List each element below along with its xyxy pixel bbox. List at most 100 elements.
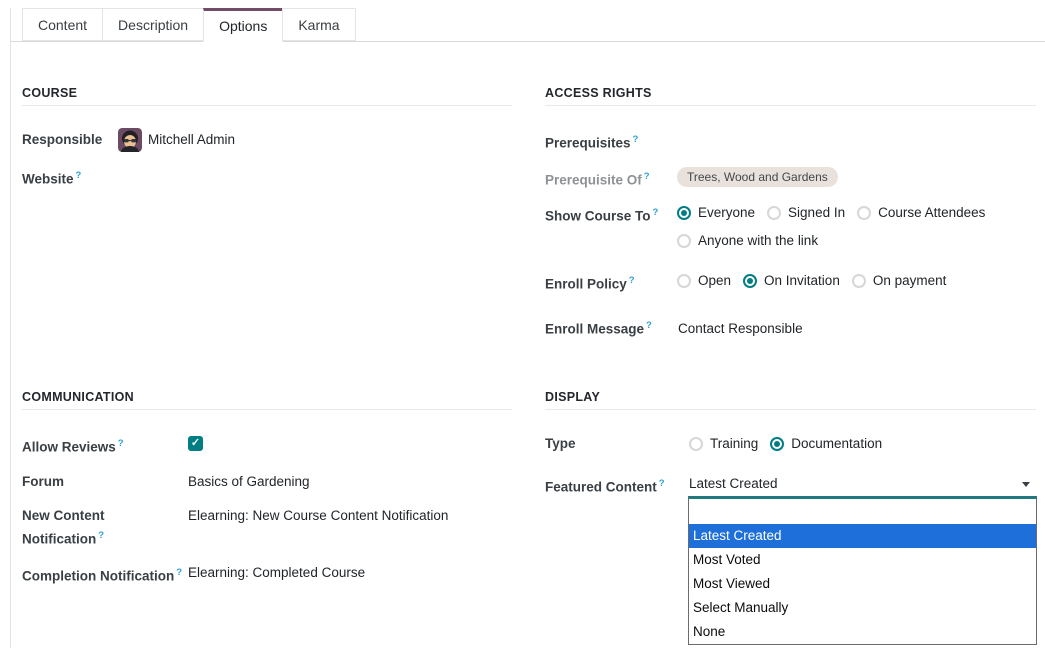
type-options: Training Documentation (677, 434, 882, 454)
radio-documentation-label: Documentation (791, 434, 882, 454)
radio-on-payment-label: On payment (873, 271, 947, 291)
radio-course-attendees[interactable]: Course Attendees (857, 203, 985, 223)
field-row-type: Type Training Documentation (545, 434, 1036, 454)
radio-anyone-with-link-label: Anyone with the link (698, 231, 818, 251)
radio-on-payment-circle[interactable] (852, 274, 866, 288)
responsible-value[interactable]: Mitchell Admin (118, 128, 235, 152)
new-content-notification-help-icon[interactable]: ? (98, 530, 104, 541)
field-row-forum: Forum Basics of Gardening (22, 472, 512, 492)
radio-open[interactable]: Open (677, 271, 731, 291)
radio-everyone-label: Everyone (698, 203, 755, 223)
section-communication: COMMUNICATION Allow Reviews? Forum Basic… (22, 390, 512, 601)
radio-training-label: Training (710, 434, 758, 454)
completion-notification-help-icon[interactable]: ? (176, 567, 182, 578)
section-communication-title: COMMUNICATION (22, 390, 512, 410)
dropdown-blank-row (689, 499, 1036, 524)
radio-on-invitation-label: On Invitation (764, 271, 840, 291)
tab-karma[interactable]: Karma (282, 8, 355, 41)
website-label: Website? (22, 166, 118, 190)
dropdown-option-most-viewed[interactable]: Most Viewed (689, 572, 1036, 596)
field-row-featured-content: Featured Content? Latest Created (545, 474, 1036, 498)
radio-anyone-with-link[interactable]: Anyone with the link (677, 231, 818, 251)
prerequisite-of-tag[interactable]: Trees, Wood and Gardens (677, 167, 838, 187)
tab-description-label: Description (118, 17, 188, 33)
allow-reviews-help-icon[interactable]: ? (118, 438, 124, 449)
enroll-message-value[interactable]: Contact Responsible (677, 316, 803, 339)
prerequisites-label: Prerequisites? (545, 130, 677, 154)
field-row-enroll-policy: Enroll Policy? Open On Invitation On pay… (545, 271, 1036, 295)
section-access-rights: ACCESS RIGHTS Prerequisites? Prerequisit… (545, 86, 1036, 390)
featured-content-selected-value: Latest Created (689, 474, 778, 494)
type-label: Type (545, 434, 677, 454)
responsible-label: Responsible (22, 130, 118, 150)
enroll-message-help-icon[interactable]: ? (646, 320, 652, 331)
notebook-tabs: Content Description Options Karma (10, 8, 1045, 42)
new-content-notification-label: New Content Notification? (22, 506, 188, 550)
radio-documentation[interactable]: Documentation (770, 434, 882, 454)
completion-notification-label: Completion Notification? (22, 563, 188, 587)
completion-notification-value[interactable]: Elearning: Completed Course (188, 563, 365, 583)
tab-options[interactable]: Options (203, 8, 283, 42)
tab-karma-label: Karma (298, 17, 339, 33)
enroll-policy-options: Open On Invitation On payment (677, 271, 946, 291)
tab-description[interactable]: Description (102, 8, 204, 41)
field-row-allow-reviews: Allow Reviews? (22, 434, 512, 458)
radio-on-payment[interactable]: On payment (852, 271, 947, 291)
featured-content-select[interactable]: Latest Created (677, 474, 1036, 494)
radio-signed-in[interactable]: Signed In (767, 203, 845, 223)
radio-on-invitation-circle[interactable] (743, 274, 757, 288)
radio-signed-in-circle[interactable] (767, 206, 781, 220)
enroll-message-label: Enroll Message? (545, 316, 677, 340)
radio-course-attendees-circle[interactable] (857, 206, 871, 220)
prerequisite-of-help-icon[interactable]: ? (644, 171, 650, 182)
forum-value[interactable]: Basics of Gardening (188, 472, 310, 492)
field-row-show-course-to: Show Course To? Everyone Signed In Cours… (545, 203, 1036, 251)
radio-open-circle[interactable] (677, 274, 691, 288)
allow-reviews-label: Allow Reviews? (22, 434, 188, 458)
dropdown-option-select-manually[interactable]: Select Manually (689, 596, 1036, 620)
new-content-notification-value[interactable]: Elearning: New Course Content Notificati… (188, 506, 448, 526)
radio-signed-in-label: Signed In (788, 203, 845, 223)
forum-label: Forum (22, 472, 188, 492)
enroll-policy-label: Enroll Policy? (545, 271, 677, 295)
radio-anyone-with-link-circle[interactable] (677, 234, 691, 248)
show-course-to-help-icon[interactable]: ? (653, 207, 659, 218)
featured-content-label: Featured Content? (545, 474, 677, 498)
tab-options-label: Options (219, 18, 267, 34)
field-row-prerequisite-of: Prerequisite Of? Trees, Wood and Gardens (545, 167, 1036, 191)
section-course: COURSE Responsible Mitchell Admin (22, 86, 512, 390)
tab-content-label: Content (38, 17, 87, 33)
radio-training[interactable]: Training (689, 434, 758, 454)
prerequisite-of-label: Prerequisite Of? (545, 167, 677, 191)
allow-reviews-checkbox[interactable] (188, 436, 203, 451)
section-display-title: DISPLAY (545, 390, 1036, 410)
radio-everyone-circle[interactable] (677, 206, 691, 220)
dropdown-option-latest-created[interactable]: Latest Created (689, 524, 1036, 548)
show-course-to-options: Everyone Signed In Course Attendees Anyo… (677, 203, 985, 251)
featured-content-help-icon[interactable]: ? (659, 478, 665, 489)
radio-everyone[interactable]: Everyone (677, 203, 755, 223)
section-access-rights-title: ACCESS RIGHTS (545, 86, 1036, 106)
featured-content-dropdown: Latest Created Most Voted Most Viewed Se… (688, 496, 1037, 645)
radio-on-invitation[interactable]: On Invitation (743, 271, 840, 291)
show-course-to-label: Show Course To? (545, 203, 677, 227)
responsible-avatar (118, 128, 142, 152)
field-row-completion-notification: Completion Notification? Elearning: Comp… (22, 563, 512, 587)
field-row-prerequisites: Prerequisites? (545, 130, 1036, 154)
dropdown-option-none[interactable]: None (689, 620, 1036, 644)
field-row-enroll-message: Enroll Message? Contact Responsible (545, 316, 1036, 340)
section-course-title: COURSE (22, 86, 512, 106)
website-help-icon[interactable]: ? (76, 170, 82, 181)
radio-documentation-circle[interactable] (770, 437, 784, 451)
radio-training-circle[interactable] (689, 437, 703, 451)
chevron-down-icon (1022, 482, 1030, 487)
field-row-responsible: Responsible Mitchell Admin (22, 130, 512, 152)
responsible-name: Mitchell Admin (148, 130, 235, 150)
enroll-policy-help-icon[interactable]: ? (629, 275, 635, 286)
dropdown-option-most-voted[interactable]: Most Voted (689, 548, 1036, 572)
field-row-new-content-notification: New Content Notification? Elearning: New… (22, 506, 512, 550)
tab-content[interactable]: Content (22, 8, 103, 41)
prerequisites-help-icon[interactable]: ? (633, 134, 639, 145)
field-row-website: Website? (22, 166, 512, 190)
radio-course-attendees-label: Course Attendees (878, 203, 985, 223)
